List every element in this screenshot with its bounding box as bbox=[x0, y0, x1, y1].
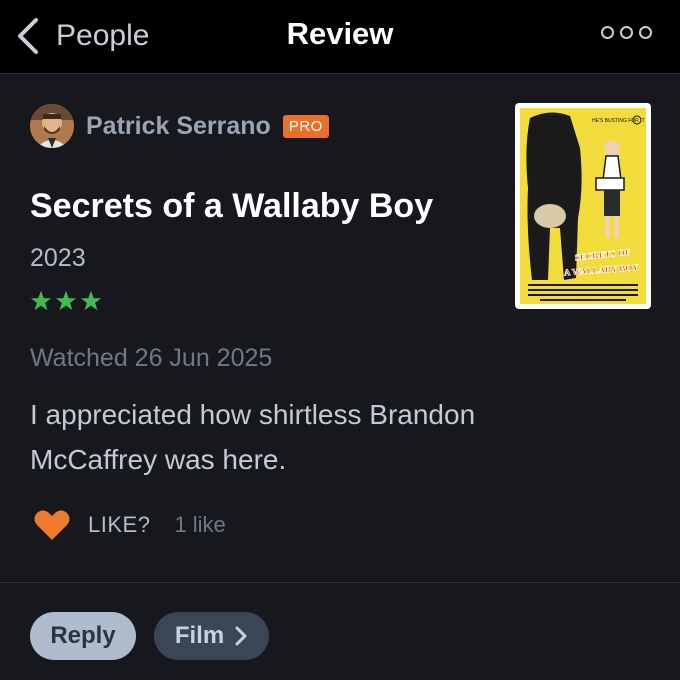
page-title: Review bbox=[286, 16, 394, 51]
chevron-right-icon bbox=[235, 626, 247, 646]
reply-button[interactable]: Reply bbox=[30, 612, 136, 660]
film-label: Film bbox=[174, 622, 225, 649]
watched-date: Watched 26 Jun 2025 bbox=[30, 344, 273, 372]
more-options-button[interactable] bbox=[601, 26, 652, 39]
film-year: 2023 bbox=[30, 244, 86, 272]
film-title: Secrets of a Wallaby Boy bbox=[30, 187, 434, 225]
review-text: I appreciated how shirtless Brandon McCa… bbox=[30, 399, 476, 475]
review-author: Patrick Serrano PRO bbox=[30, 104, 329, 148]
star-icon bbox=[30, 290, 52, 311]
reply-label: Reply bbox=[50, 622, 116, 649]
star-rating bbox=[30, 290, 102, 312]
poster-tagline: HE'S BUSTING FOR IT bbox=[592, 118, 645, 124]
top-nav-bar: People Review bbox=[0, 0, 680, 74]
heart-icon[interactable] bbox=[34, 509, 70, 541]
avatar[interactable] bbox=[30, 104, 74, 148]
like-label[interactable]: LIKE? bbox=[88, 512, 150, 538]
star-icon bbox=[80, 290, 102, 311]
like-row: LIKE? 1 like bbox=[34, 509, 226, 541]
more-options-icon bbox=[639, 26, 652, 39]
more-options-icon bbox=[620, 26, 633, 39]
film-poster[interactable]: HE'S BUSTING FOR IT SECRETS OF A WALLABY… bbox=[515, 103, 651, 309]
star-icon bbox=[55, 290, 77, 311]
divider bbox=[0, 582, 680, 583]
author-name[interactable]: Patrick Serrano bbox=[86, 112, 271, 141]
pro-badge: PRO bbox=[282, 114, 329, 138]
like-count[interactable]: 1 like bbox=[174, 512, 225, 538]
film-button[interactable]: Film bbox=[154, 612, 269, 660]
more-options-icon bbox=[601, 26, 614, 39]
